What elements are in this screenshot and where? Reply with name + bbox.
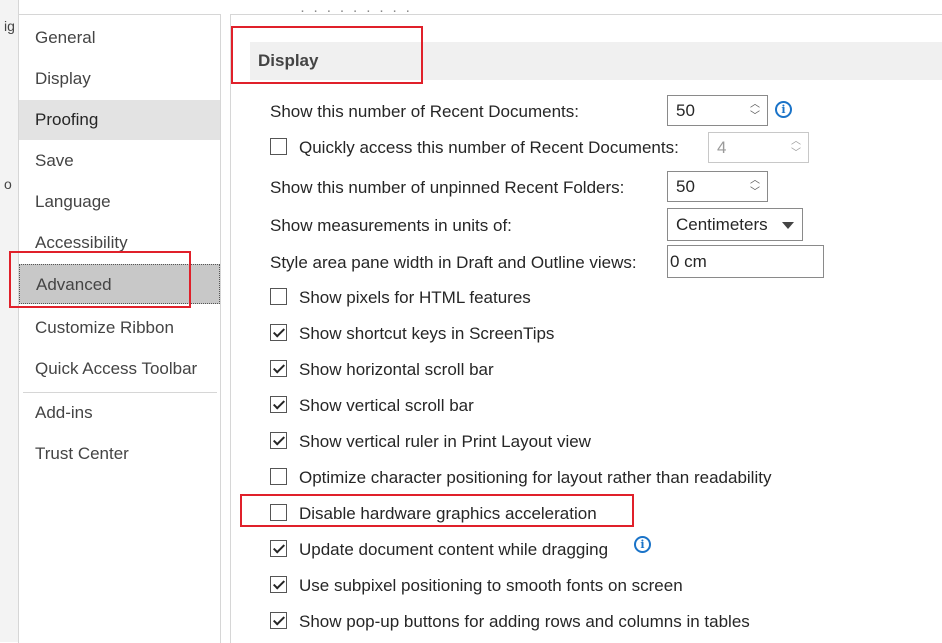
info-icon[interactable]: i [775, 101, 792, 118]
show-horizontal-scroll-label: Show horizontal scroll bar [299, 360, 494, 379]
quick-access-checkbox[interactable] [270, 138, 287, 155]
measurements-label: Show measurements in units of: [270, 216, 512, 235]
spinner-arrows-icon[interactable]: ︿ ﹀ [749, 175, 761, 199]
show-horizontal-scroll-checkbox[interactable] [270, 360, 287, 377]
style-area-value: 0 cm [670, 252, 707, 271]
unpinned-folders-spinner[interactable]: 50 ︿ ﹀ [667, 171, 768, 202]
optimize-positioning-label: Optimize character positioning for layou… [299, 468, 772, 487]
show-shortcut-keys-checkbox[interactable] [270, 324, 287, 341]
sidebar-item-add-ins[interactable]: Add-ins [19, 393, 220, 433]
recent-documents-label: Show this number of Recent Documents: [270, 102, 579, 121]
update-while-dragging-checkbox[interactable] [270, 540, 287, 557]
optimize-positioning-checkbox[interactable] [270, 468, 287, 485]
highlight-box-hw-acceleration [240, 494, 634, 527]
options-sidebar: General Display Proofing Save Language A… [18, 14, 221, 643]
recent-documents-spinner[interactable]: 50 ︿ ﹀ [667, 95, 768, 126]
background-window-strip: ig o [0, 0, 19, 642]
cut-off-text: ig [4, 18, 15, 34]
sidebar-item-quick-access-toolbar[interactable]: Quick Access Toolbar [19, 349, 220, 389]
subpixel-positioning-label: Use subpixel positioning to smooth fonts… [299, 576, 683, 595]
show-pixels-checkbox[interactable] [270, 288, 287, 305]
style-area-input[interactable]: 0 cm [667, 245, 824, 278]
sidebar-item-display[interactable]: Display [19, 59, 220, 99]
quick-access-label: Quickly access this number of Recent Doc… [299, 138, 679, 157]
recent-documents-value: 50 [676, 101, 695, 120]
style-area-label: Style area pane width in Draft and Outli… [270, 253, 637, 272]
show-vertical-ruler-label: Show vertical ruler in Print Layout view [299, 432, 591, 451]
sidebar-item-save[interactable]: Save [19, 141, 220, 181]
show-vertical-ruler-checkbox[interactable] [270, 432, 287, 449]
show-shortcut-keys-label: Show shortcut keys in ScreenTips [299, 324, 555, 343]
measurements-value: Centimeters [676, 215, 768, 234]
unpinned-folders-label: Show this number of unpinned Recent Fold… [270, 178, 625, 197]
info-icon[interactable]: i [634, 536, 651, 553]
highlight-box-display [231, 26, 423, 84]
cut-off-text: o [4, 176, 12, 192]
subpixel-positioning-checkbox[interactable] [270, 576, 287, 593]
highlight-box-advanced [9, 251, 191, 308]
sidebar-item-general[interactable]: General [19, 18, 220, 58]
popup-buttons-tables-label: Show pop-up buttons for adding rows and … [299, 612, 750, 631]
show-pixels-label: Show pixels for HTML features [299, 288, 531, 307]
unpinned-folders-value: 50 [676, 177, 695, 196]
show-vertical-scroll-label: Show vertical scroll bar [299, 396, 474, 415]
sidebar-item-proofing[interactable]: Proofing [19, 100, 220, 140]
show-vertical-scroll-checkbox[interactable] [270, 396, 287, 413]
measurements-dropdown[interactable]: Centimeters [667, 208, 803, 241]
update-while-dragging-label: Update document content while dragging [299, 540, 609, 559]
sidebar-item-trust-center[interactable]: Trust Center [19, 434, 220, 474]
quick-access-value: 4 [717, 138, 727, 157]
spinner-arrows-icon[interactable]: ︿ ﹀ [749, 99, 761, 123]
sidebar-item-customize-ribbon[interactable]: Customize Ribbon [19, 308, 220, 348]
spinner-arrows-icon[interactable]: ︿ ﹀ [790, 136, 802, 160]
cut-off-previous-row: · · · · · · · · · [300, 2, 413, 19]
sidebar-item-language[interactable]: Language [19, 182, 220, 222]
popup-buttons-tables-checkbox[interactable] [270, 612, 287, 629]
chevron-down-icon[interactable] [782, 222, 794, 229]
quick-access-spinner[interactable]: 4 ︿ ﹀ [708, 132, 809, 163]
